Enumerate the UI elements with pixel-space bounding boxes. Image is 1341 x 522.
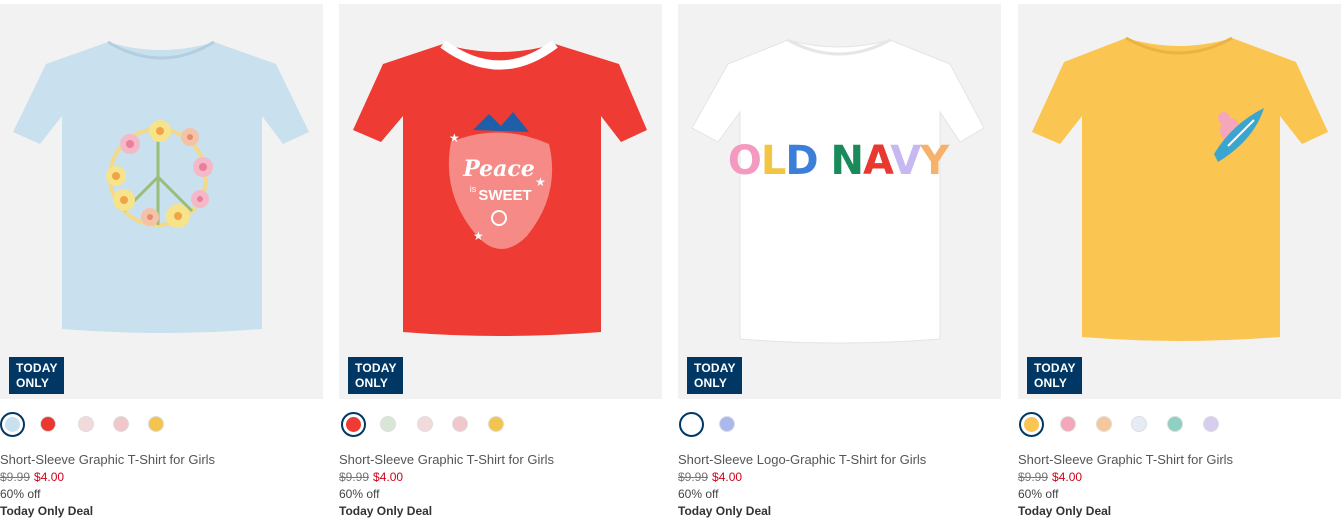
logo-letter: V xyxy=(890,138,921,184)
product-grid: TODAY ONLY Short-Sleeve Graphic T-Shirt … xyxy=(0,0,1341,522)
discount-label: 60% off xyxy=(678,487,719,501)
today-only-badge: TODAY ONLY xyxy=(687,357,742,394)
svg-text:★: ★ xyxy=(473,229,484,243)
tshirt-image: Peace is SWEET ★ ★ ★ xyxy=(353,40,647,336)
product-title[interactable]: Short-Sleeve Logo-Graphic T-Shirt for Gi… xyxy=(678,452,926,467)
color-swatch[interactable] xyxy=(78,416,94,432)
original-price: $9.99 xyxy=(678,470,709,484)
sale-price: $4.00 xyxy=(34,470,65,484)
color-swatch[interactable] xyxy=(488,416,504,432)
logo-graphic: OLD NAVY xyxy=(728,138,951,184)
graphic-text-sweet: SWEET xyxy=(478,187,531,204)
color-swatch[interactable] xyxy=(1203,416,1219,432)
tshirt-image xyxy=(1032,36,1328,341)
tshirt-image xyxy=(13,40,309,333)
sale-price: $4.00 xyxy=(373,470,404,484)
graphic-text-peace: Peace xyxy=(462,156,535,182)
today-only-badge: TODAY ONLY xyxy=(9,357,64,394)
color-swatch[interactable] xyxy=(1096,416,1112,432)
logo-letter: N xyxy=(830,138,862,184)
product-image[interactable]: Peace is SWEET ★ ★ ★ TODAY ONLY xyxy=(339,4,662,399)
product-image[interactable]: TODAY ONLY xyxy=(0,4,323,399)
badge-line-1: TODAY xyxy=(355,361,397,375)
color-swatch[interactable] xyxy=(417,416,433,432)
color-swatch[interactable] xyxy=(1131,416,1147,432)
color-swatches xyxy=(678,412,1001,438)
product-card[interactable]: TODAY ONLY Short-Sleeve Graphic T-Shirt … xyxy=(0,0,323,522)
color-swatch[interactable] xyxy=(1060,416,1076,432)
color-swatch[interactable] xyxy=(380,416,396,432)
color-swatch[interactable] xyxy=(719,416,735,432)
product-image[interactable]: TODAY ONLY xyxy=(1018,4,1341,399)
color-swatches xyxy=(1018,412,1341,438)
color-swatch[interactable] xyxy=(148,416,164,432)
product-card[interactable]: OLD NAVY TODAY ONLY Short-Sleeve Logo-Gr… xyxy=(678,0,1001,522)
tshirt-image: OLD NAVY xyxy=(691,38,985,344)
price-row: $9.99 $4.00 xyxy=(1018,470,1082,484)
graphic-text-is: is xyxy=(470,184,477,194)
deal-label: Today Only Deal xyxy=(0,504,94,518)
svg-text:OLD NAVY: OLD NAVY xyxy=(728,138,950,184)
color-swatch-selected[interactable] xyxy=(1019,412,1044,437)
color-swatch[interactable] xyxy=(452,416,468,432)
badge-line-2: ONLY xyxy=(1034,376,1068,390)
original-price: $9.99 xyxy=(339,470,370,484)
product-card[interactable]: Peace is SWEET ★ ★ ★ TODAY ONLY Short-Sl… xyxy=(339,0,662,522)
logo-letter: O xyxy=(728,138,761,184)
badge-line-1: TODAY xyxy=(16,361,58,375)
svg-text:★: ★ xyxy=(449,131,460,145)
color-swatches xyxy=(0,412,323,438)
badge-line-1: TODAY xyxy=(694,361,736,375)
badge-line-2: ONLY xyxy=(694,376,728,390)
deal-label: Today Only Deal xyxy=(1018,504,1112,518)
logo-letter: D xyxy=(785,138,817,184)
today-only-badge: TODAY ONLY xyxy=(348,357,403,394)
color-swatch[interactable] xyxy=(40,416,56,432)
price-row: $9.99 $4.00 xyxy=(678,470,742,484)
color-swatches xyxy=(339,412,662,438)
discount-label: 60% off xyxy=(0,487,41,501)
logo-letter: Y xyxy=(919,138,950,184)
badge-line-2: ONLY xyxy=(355,376,389,390)
badge-line-1: TODAY xyxy=(1034,361,1076,375)
sale-price: $4.00 xyxy=(712,470,743,484)
logo-letter xyxy=(818,138,831,184)
color-swatch-selected[interactable] xyxy=(0,412,25,437)
today-only-badge: TODAY ONLY xyxy=(1027,357,1082,394)
product-title[interactable]: Short-Sleeve Graphic T-Shirt for Girls xyxy=(1018,452,1233,467)
price-row: $9.99 $4.00 xyxy=(339,470,403,484)
product-title[interactable]: Short-Sleeve Graphic T-Shirt for Girls xyxy=(0,452,215,467)
color-swatch[interactable] xyxy=(113,416,129,432)
logo-letter: L xyxy=(761,138,786,184)
price-row: $9.99 $4.00 xyxy=(0,470,64,484)
product-card[interactable]: TODAY ONLY Short-Sleeve Graphic T-Shirt … xyxy=(1018,0,1341,522)
discount-label: 60% off xyxy=(339,487,380,501)
original-price: $9.99 xyxy=(0,470,31,484)
product-image[interactable]: OLD NAVY TODAY ONLY xyxy=(678,4,1001,399)
color-swatch-selected[interactable] xyxy=(341,412,366,437)
product-title[interactable]: Short-Sleeve Graphic T-Shirt for Girls xyxy=(339,452,554,467)
sale-price: $4.00 xyxy=(1052,470,1083,484)
deal-label: Today Only Deal xyxy=(678,504,772,518)
color-swatch-selected[interactable] xyxy=(679,412,704,437)
discount-label: 60% off xyxy=(1018,487,1059,501)
svg-text:★: ★ xyxy=(535,175,546,189)
badge-line-2: ONLY xyxy=(16,376,50,390)
original-price: $9.99 xyxy=(1018,470,1049,484)
color-swatch[interactable] xyxy=(1167,416,1183,432)
deal-label: Today Only Deal xyxy=(339,504,433,518)
